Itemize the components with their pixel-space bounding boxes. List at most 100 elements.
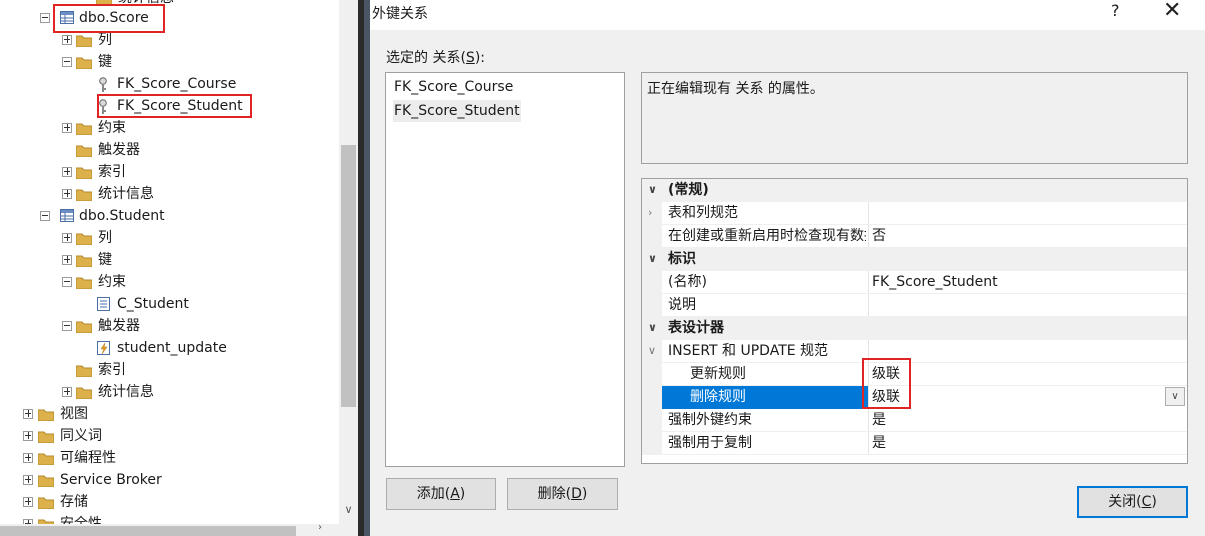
chevron-down-icon[interactable]: ∨	[1165, 387, 1185, 406]
expand-icon[interactable]	[23, 497, 33, 507]
relationship-item-fk-score-student[interactable]: FK_Score_Student	[393, 100, 521, 122]
category-table-designer[interactable]: ∨ 表设计器	[642, 317, 1187, 340]
row-gutter	[642, 225, 662, 248]
collapse-icon[interactable]	[40, 211, 50, 221]
key-icon	[98, 77, 108, 93]
folder-icon	[76, 35, 92, 47]
relationship-item-fk-score-course[interactable]: FK_Score_Course	[393, 76, 514, 98]
folder-icon	[76, 321, 92, 333]
folder-icon	[76, 145, 92, 157]
property-name: 强制外键约束	[668, 412, 752, 428]
expand-icon[interactable]	[23, 475, 33, 485]
scroll-right-icon[interactable]: ›	[318, 522, 322, 533]
tree-node-label: 键	[98, 252, 112, 268]
expand-icon[interactable]	[62, 255, 72, 265]
folder-icon	[76, 233, 92, 245]
scroll-down-icon[interactable]: ∨	[339, 500, 358, 520]
label-text: ):	[474, 50, 485, 66]
delete-button[interactable]: 删除(D)	[507, 478, 618, 510]
folder-icon	[38, 431, 54, 443]
category-identity[interactable]: ∨ 标识	[642, 248, 1187, 271]
folder-icon	[38, 497, 54, 509]
collapse-icon[interactable]	[62, 321, 72, 331]
scrollbar-thumb[interactable]	[341, 145, 356, 407]
property-name: 删除规则	[690, 389, 746, 405]
expand-icon[interactable]	[23, 409, 33, 419]
tree-node-label: dbo.Score	[79, 10, 149, 26]
property-value[interactable]: FK_Score_Student	[868, 271, 1187, 294]
folder-icon	[76, 255, 92, 267]
access-key: C	[1141, 494, 1152, 510]
property-grid[interactable]: ∨ (常规) › 表和列规范 在创建或重新启用时检查现有数据 否 ∨ 标识 (名…	[641, 178, 1188, 464]
tree-node-label: 存储	[60, 494, 88, 510]
expand-icon[interactable]	[62, 189, 72, 199]
property-value[interactable]: 级联	[868, 363, 1187, 386]
collapse-icon[interactable]	[62, 57, 72, 67]
expand-icon[interactable]	[62, 167, 72, 177]
tree-node-label: 统计信息	[98, 186, 154, 202]
chevron-down-icon[interactable]: ∨	[648, 317, 657, 339]
explorer-vertical-scrollbar[interactable]: ∨	[339, 0, 358, 536]
tree-node-label: 触发器	[98, 142, 140, 158]
explorer-horizontal-scrollbar[interactable]	[0, 524, 339, 536]
tree-node-label: dbo.Student	[79, 208, 165, 224]
property-update-rule[interactable]: 更新规则 级联	[642, 363, 1187, 386]
property-description[interactable]: 说明	[642, 294, 1187, 317]
tree-node-label: FK_Score_Student	[117, 98, 243, 114]
tree-node-label: Service Broker	[60, 472, 162, 488]
expand-icon[interactable]	[62, 123, 72, 133]
folder-icon	[38, 453, 54, 465]
property-value[interactable]	[868, 340, 1187, 363]
close-icon[interactable]: ✕	[1163, 0, 1181, 23]
property-value[interactable]: 是	[868, 432, 1187, 455]
expand-icon[interactable]	[62, 387, 72, 397]
property-tables-columns-spec[interactable]: › 表和列规范	[642, 202, 1187, 225]
property-delete-rule[interactable]: 删除规则 级联 ∨	[642, 386, 1187, 409]
expand-icon[interactable]	[62, 233, 72, 243]
folder-icon	[76, 365, 92, 377]
collapse-icon[interactable]	[62, 277, 72, 287]
property-value[interactable]: 是	[868, 409, 1187, 432]
dialog-title: 外键关系	[372, 6, 428, 22]
property-enforce-replication[interactable]: 强制用于复制 是	[642, 432, 1187, 455]
chevron-right-icon[interactable]: ›	[648, 202, 652, 224]
property-insert-update-spec[interactable]: ∨ INSERT 和 UPDATE 规范	[642, 340, 1187, 363]
folder-icon	[76, 57, 92, 69]
property-value[interactable]	[868, 294, 1187, 317]
chevron-down-icon[interactable]: ∨	[648, 340, 656, 362]
property-value[interactable]: 级联	[868, 386, 1187, 409]
chevron-down-icon[interactable]: ∨	[648, 179, 657, 201]
row-gutter	[642, 432, 662, 455]
property-enforce-fk[interactable]: 强制外键约束 是	[642, 409, 1187, 432]
relationship-list[interactable]: FK_Score_Course FK_Score_Student	[385, 72, 625, 467]
folder-icon	[38, 475, 54, 487]
chevron-down-icon[interactable]: ∨	[648, 248, 657, 270]
collapse-icon[interactable]	[40, 13, 50, 23]
expand-icon[interactable]	[23, 453, 33, 463]
folder-icon	[76, 167, 92, 179]
property-name-field[interactable]: (名称) FK_Score_Student	[642, 271, 1187, 294]
property-value[interactable]: 否	[868, 225, 1187, 248]
access-key: S	[465, 50, 475, 66]
tree-node-label: 约束	[98, 120, 126, 136]
property-value[interactable]	[868, 202, 1187, 225]
selected-relationship-label: 选定的 关系(S):	[386, 47, 485, 67]
property-name: 更新规则	[690, 366, 746, 382]
help-icon[interactable]: ?	[1111, 1, 1120, 20]
close-button[interactable]: 关闭(C)	[1077, 486, 1188, 518]
folder-icon	[76, 123, 92, 135]
expand-icon[interactable]	[62, 35, 72, 45]
expand-icon[interactable]	[23, 431, 33, 441]
tree-node-label: 视图	[60, 406, 88, 422]
property-name: (名称)	[668, 274, 707, 290]
scrollbar-thumb[interactable]	[0, 526, 296, 536]
button-label: 关闭(	[1108, 494, 1142, 510]
property-check-existing-data[interactable]: 在创建或重新启用时检查现有数据 否	[642, 225, 1187, 248]
table-icon	[60, 209, 74, 222]
tree-node-label: 可编程性	[60, 450, 116, 466]
add-button[interactable]: 添加(A)	[386, 478, 496, 510]
tree-node-label: C_Student	[117, 296, 189, 312]
folder-icon	[76, 277, 92, 289]
button-label: )	[459, 486, 466, 502]
category-general[interactable]: ∨ (常规)	[642, 179, 1187, 202]
